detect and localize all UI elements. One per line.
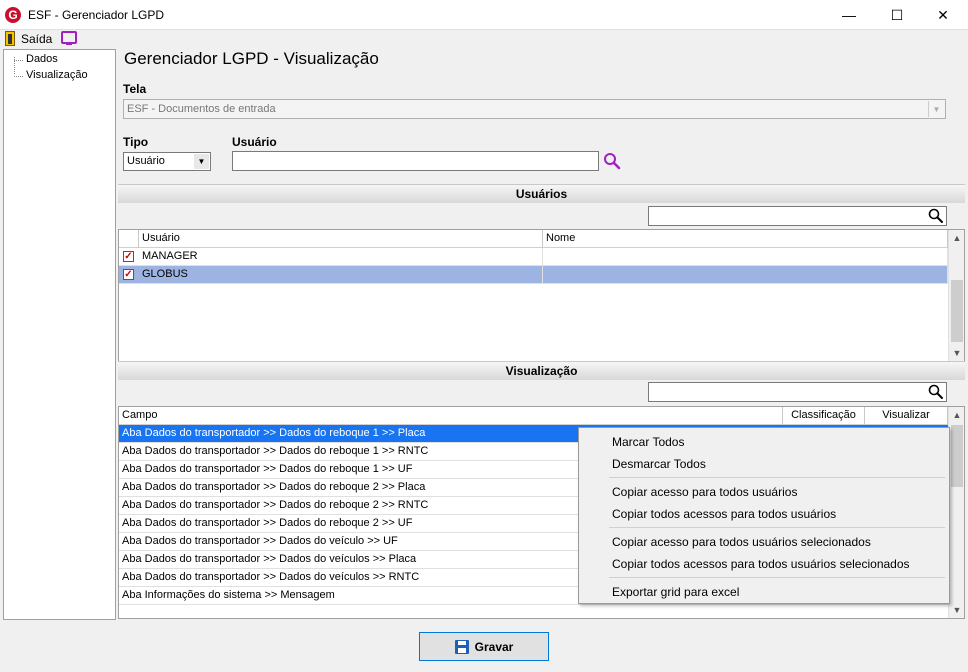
context-menu: Marcar Todos Desmarcar Todos Copiar aces… [578, 427, 950, 604]
menu-item-exportar-excel[interactable]: Exportar grid para excel [612, 585, 739, 599]
menu-item-copiar-acesso-todos[interactable]: Copiar acesso para todos usuários [612, 485, 797, 499]
row-checkbox[interactable]: ✓ [123, 251, 134, 262]
menu-separator [609, 527, 945, 528]
visualizacao-grid-header: Campo Classificação Visualizar [119, 407, 948, 425]
search-icon[interactable] [928, 384, 944, 400]
exit-door-icon[interactable] [5, 31, 15, 46]
cell-usuario: GLOBUS [139, 266, 543, 284]
column-header-classificacao[interactable]: Classificação [783, 407, 865, 425]
menu-bar: Saída [0, 30, 968, 48]
title-bar: G ESF - Gerenciador LGPD — ☐ ✕ [0, 0, 968, 30]
exit-menu-item[interactable]: Saída [21, 32, 52, 46]
row-checkbox[interactable]: ✓ [123, 269, 134, 280]
scroll-thumb[interactable] [951, 280, 963, 342]
scroll-down-icon[interactable]: ▼ [949, 602, 964, 618]
visualizacao-section-header: Visualização [118, 361, 965, 380]
tipo-label: Tipo [123, 135, 149, 149]
window-title: ESF - Gerenciador LGPD [28, 8, 165, 22]
app-logo-icon: G [5, 7, 21, 23]
scroll-up-icon[interactable]: ▲ [949, 407, 964, 423]
monitor-icon[interactable] [61, 31, 77, 45]
chevron-down-icon[interactable]: ▼ [194, 154, 209, 169]
scroll-down-icon[interactable]: ▼ [949, 345, 964, 361]
menu-item-copiar-todos-acessos-todos[interactable]: Copiar todos acessos para todos usuários [612, 507, 836, 521]
navigation-tree: Dados Visualização [3, 49, 116, 620]
usuarios-section-header: Usuários [118, 184, 965, 203]
tipo-select-value: Usuário [127, 155, 165, 167]
header-check-cell [119, 230, 139, 248]
usuarios-grid[interactable]: Usuário Nome ✓ MANAGER ✓ GLOBUS ▲ ▼ [118, 229, 965, 362]
scroll-up-icon[interactable]: ▲ [949, 230, 964, 246]
save-button[interactable]: Gravar [419, 632, 549, 661]
column-header-usuario[interactable]: Usuário [139, 230, 543, 248]
column-header-campo[interactable]: Campo [119, 407, 783, 425]
usuario-input[interactable] [232, 151, 599, 171]
search-icon[interactable] [603, 152, 621, 170]
table-row[interactable]: ✓ MANAGER [119, 248, 948, 266]
menu-separator [609, 577, 945, 578]
tela-label: Tela [123, 82, 147, 96]
column-header-visualizar[interactable]: Visualizar [865, 407, 948, 425]
column-header-nome[interactable]: Nome [543, 230, 948, 248]
menu-item-copiar-todos-acessos-selecionados[interactable]: Copiar todos acessos para todos usuários… [612, 557, 910, 571]
tela-select-value: ESF - Documentos de entrada [127, 103, 276, 115]
menu-separator [609, 477, 945, 478]
usuarios-scrollbar[interactable]: ▲ ▼ [948, 230, 964, 361]
cell-nome [543, 248, 948, 266]
minimize-button[interactable]: — [826, 0, 872, 30]
chevron-down-icon[interactable]: ▼ [928, 101, 944, 117]
menu-item-copiar-acesso-selecionados[interactable]: Copiar acesso para todos usuários seleci… [612, 535, 871, 549]
menu-item-desmarcar-todos[interactable]: Desmarcar Todos [612, 457, 706, 471]
usuarios-grid-header: Usuário Nome [119, 230, 948, 248]
maximize-button[interactable]: ☐ [874, 0, 920, 30]
menu-item-marcar-todos[interactable]: Marcar Todos [612, 435, 684, 449]
tela-select[interactable]: ESF - Documentos de entrada ▼ [123, 99, 946, 119]
cell-usuario: MANAGER [139, 248, 543, 266]
usuarios-search-input[interactable] [648, 206, 947, 226]
page-title: Gerenciador LGPD - Visualização [124, 49, 379, 68]
visualizacao-scrollbar[interactable]: ▲ ▼ [948, 407, 964, 618]
save-button-label: Gravar [474, 639, 514, 654]
tipo-select[interactable]: Usuário ▼ [123, 152, 211, 171]
cell-nome [543, 266, 948, 284]
visualizacao-search-input[interactable] [648, 382, 947, 402]
usuario-label: Usuário [232, 135, 277, 149]
tree-item-dados[interactable]: Dados [14, 53, 58, 65]
floppy-disk-icon [454, 639, 469, 654]
scroll-thumb[interactable] [951, 425, 963, 487]
table-row[interactable]: ✓ GLOBUS [119, 266, 948, 284]
close-button[interactable]: ✕ [920, 0, 966, 30]
tree-item-visualizacao[interactable]: Visualização [14, 69, 88, 81]
search-icon[interactable] [928, 208, 944, 224]
